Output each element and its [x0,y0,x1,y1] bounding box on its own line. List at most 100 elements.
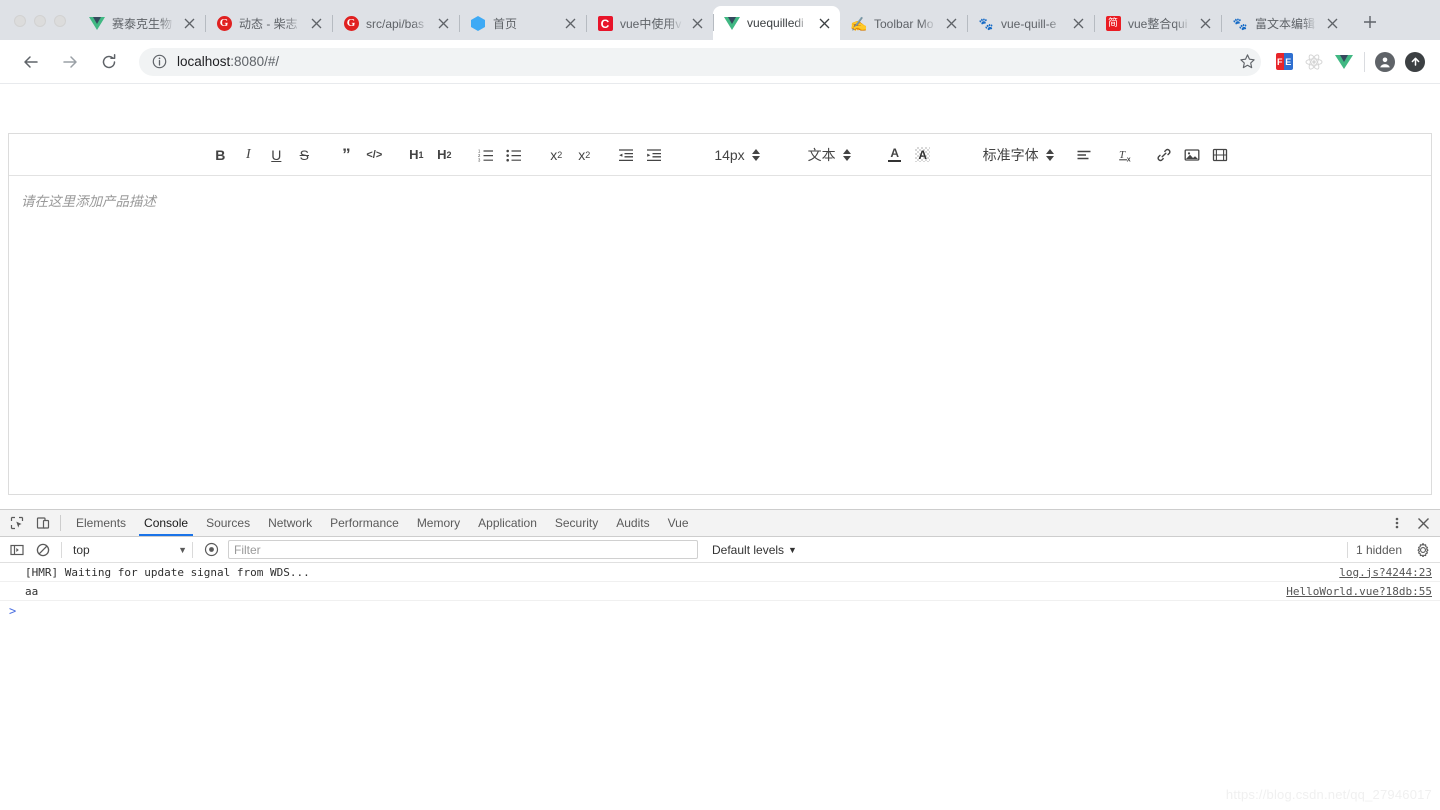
console-prompt[interactable]: > [0,601,1440,620]
browser-tab[interactable]: 首页 [459,7,586,40]
tab-console[interactable]: Console [135,510,197,536]
font-size-picker[interactable]: 14px [712,147,761,163]
tab-network[interactable]: Network [259,510,321,536]
browser-tab[interactable]: C vue中使用v [586,7,713,40]
gear-icon[interactable] [1410,539,1436,561]
close-icon[interactable] [1324,16,1340,32]
tab-vue[interactable]: Vue [659,510,698,536]
tab-title: 赛泰克生物 [112,17,173,31]
console-message-text: [HMR] Waiting for update signal from WDS… [25,565,310,579]
tab-memory[interactable]: Memory [408,510,469,536]
devtools-panel: Elements Console Sources Network Perform… [0,509,1440,810]
reload-icon[interactable] [94,47,124,77]
close-icon[interactable] [943,16,959,32]
link-icon[interactable] [1150,143,1178,167]
close-icon[interactable] [562,16,578,32]
hidden-messages-count[interactable]: 1 hidden [1356,543,1410,557]
bullet-list-icon[interactable] [500,143,528,167]
console-message-source[interactable]: HelloWorld.vue?18db:55 [1286,585,1432,598]
strikethrough-button[interactable]: S [290,143,318,167]
background-color-button[interactable]: A [909,143,937,167]
subscript-index: 2 [557,149,563,160]
text-color-button[interactable]: A [881,143,909,167]
close-window-button[interactable] [14,15,26,27]
close-icon[interactable] [308,16,324,32]
toolbar-group-indent [612,143,668,167]
bold-button[interactable]: B [206,143,234,167]
ordered-list-icon[interactable]: 1 2 3 [472,143,500,167]
browser-tab-active[interactable]: vuequilledi [713,6,840,40]
address-bar[interactable]: localhost:8080/#/ [139,47,1261,76]
vue-devtools-icon[interactable] [1329,47,1359,77]
star-icon[interactable] [1233,48,1261,76]
maximize-window-button[interactable] [54,15,66,27]
outdent-icon[interactable] [612,143,640,167]
toolbar-group-format: B I U S [206,143,318,167]
new-tab-button[interactable] [1356,8,1384,36]
console-sidebar-icon[interactable] [4,539,30,561]
update-arrow-icon[interactable] [1400,47,1430,77]
header1-button[interactable]: H1 [402,143,430,167]
kebab-menu-icon[interactable] [1384,516,1410,530]
header2-button[interactable]: H2 [430,143,458,167]
console-filter-input[interactable]: Filter [228,540,698,559]
browser-tab[interactable]: G src/api/bas [332,7,459,40]
underline-button[interactable]: U [262,143,290,167]
close-icon[interactable] [1410,517,1436,530]
minimize-window-button[interactable] [34,15,46,27]
console-message[interactable]: [HMR] Waiting for update signal from WDS… [0,563,1440,582]
close-icon[interactable] [689,16,705,32]
console-message[interactable]: aa HelloWorld.vue?18db:55 [0,582,1440,601]
header-style-picker[interactable]: 文本 [806,145,853,165]
tab-sources[interactable]: Sources [197,510,259,536]
back-arrow-icon[interactable] [16,47,46,77]
close-icon[interactable] [816,15,832,31]
tab-performance[interactable]: Performance [321,510,408,536]
font-family-picker[interactable]: 标准字体 [981,145,1056,165]
clear-console-icon[interactable] [30,539,56,561]
image-icon[interactable] [1178,143,1206,167]
italic-button[interactable]: I [234,143,262,167]
close-icon[interactable] [181,16,197,32]
fe-helper-icon[interactable]: FE [1269,47,1299,77]
browser-tab[interactable]: G 动态 - 柴志 [205,7,332,40]
browser-tab[interactable]: ✍ Toolbar Mo [840,7,967,40]
forward-arrow-icon[interactable] [55,47,85,77]
indent-icon[interactable] [640,143,668,167]
browser-tab[interactable]: 赛泰克生物 [78,7,205,40]
console-message-text: aa [25,584,39,598]
browser-tab[interactable]: 简 vue整合qui [1094,7,1221,40]
tab-elements[interactable]: Elements [67,510,135,536]
align-left-icon[interactable] [1070,143,1098,167]
console-toolbar: top ▼ Filter Default levels ▼ 1 hidden [0,537,1440,563]
device-toolbar-icon[interactable] [30,510,56,536]
video-icon[interactable] [1206,143,1234,167]
subscript-button[interactable]: x2 [542,143,570,167]
account-icon[interactable] [1370,47,1400,77]
blockquote-button[interactable]: ” [332,143,360,167]
execution-context-select[interactable]: top ▼ [67,543,187,557]
close-icon[interactable] [1070,16,1086,32]
close-icon[interactable] [435,16,451,32]
divider [192,541,193,558]
tab-audits[interactable]: Audits [607,510,658,536]
gitee-icon: G [216,16,232,32]
inspect-element-icon[interactable] [4,510,30,536]
tab-application[interactable]: Application [469,510,546,536]
clear-format-icon[interactable]: T x [1112,143,1140,167]
log-levels-select[interactable]: Default levels ▼ [712,543,797,557]
browser-tab[interactable]: 🐾 vue-quill-e [967,7,1094,40]
tab-security[interactable]: Security [546,510,607,536]
live-expression-icon[interactable] [198,539,224,561]
superscript-button[interactable]: x2 [570,143,598,167]
editor-content-area[interactable]: 请在这里添加产品描述 [9,176,1431,495]
react-devtools-icon[interactable] [1299,47,1329,77]
browser-tab[interactable]: 🐾 富文本编辑 [1221,7,1348,40]
code-block-button[interactable]: </> [360,143,388,167]
superscript-index: 2 [585,149,591,160]
font-family-value: 标准字体 [982,146,1039,163]
console-message-source[interactable]: log.js?4244:23 [1339,566,1432,579]
background-color-label: A [915,147,931,162]
close-icon[interactable] [1197,16,1213,32]
info-circle-icon[interactable] [151,54,167,70]
